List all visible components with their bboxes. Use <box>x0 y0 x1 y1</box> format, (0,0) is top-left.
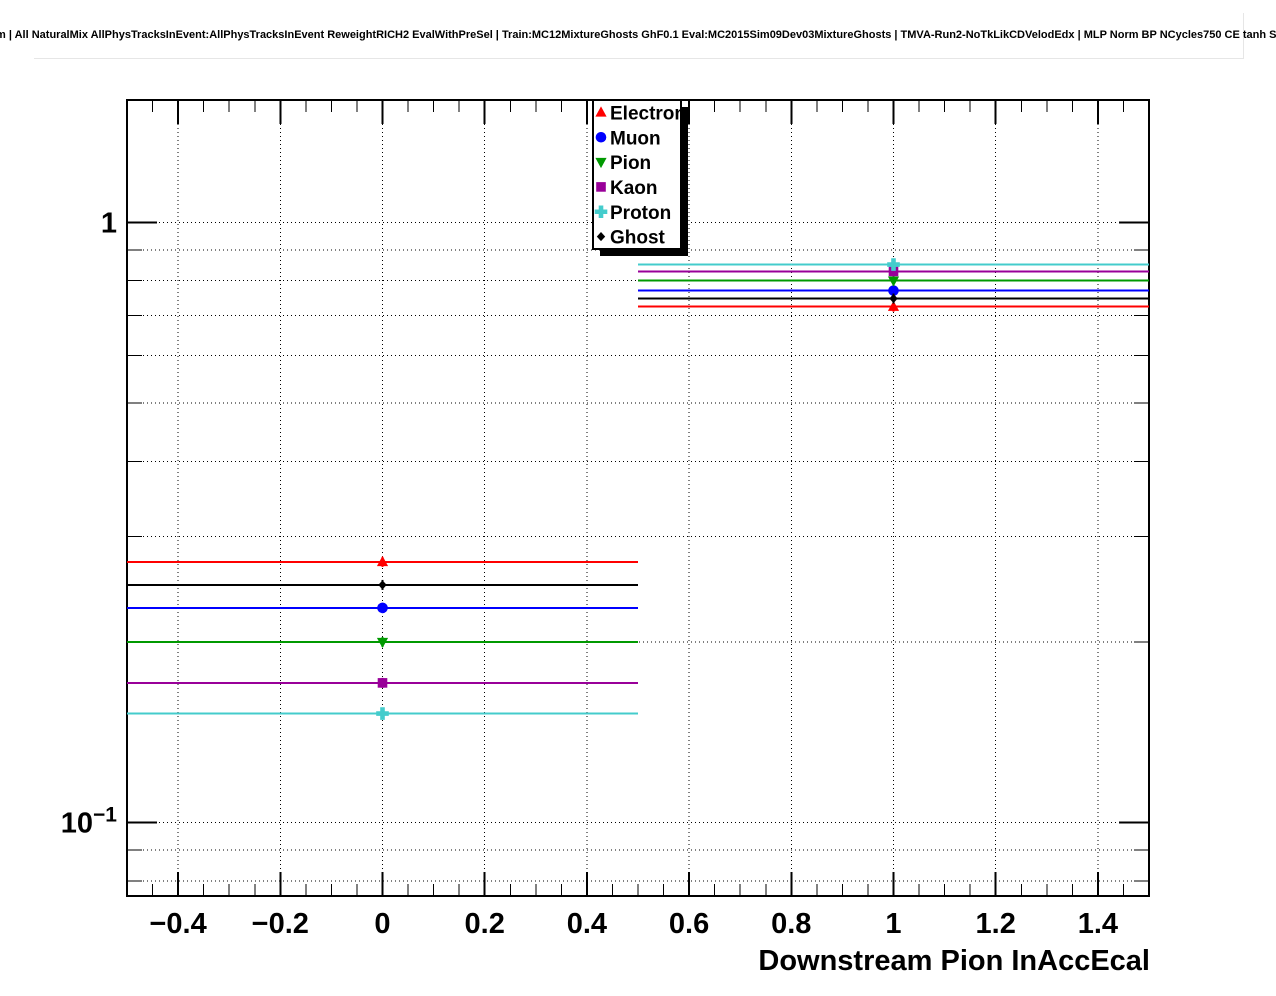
legend: Electron Muon Pion Kaon Proton Ghost <box>592 99 688 256</box>
x-tick-label: 0.2 <box>465 908 505 940</box>
data-marker-diamond-icon <box>378 580 387 590</box>
legend-marker-circle-icon <box>595 131 607 143</box>
series-ghost <box>127 293 1149 590</box>
legend-label: Ghost <box>610 228 666 249</box>
legend-label: Electron <box>610 103 686 124</box>
data-marker-circle-icon <box>377 602 388 614</box>
x-tick-label: −0.4 <box>149 908 206 940</box>
data-marker-cross-icon <box>376 707 389 720</box>
y-tick-labels: 1 10−1 <box>61 208 118 840</box>
series-proton <box>127 258 1149 720</box>
legend-label: Muon <box>610 128 661 149</box>
x-tick-label: 0.4 <box>567 908 607 940</box>
data-marker-diamond-icon <box>889 293 898 304</box>
x-tick-label: 0.6 <box>669 908 709 940</box>
x-tick-label: 1.2 <box>976 908 1016 940</box>
x-tick-label: 0.8 <box>771 908 811 940</box>
x-tick-labels: −0.4 −0.2 0 0.2 0.4 0.6 0.8 1 1.2 1.4 <box>149 908 1118 940</box>
plot-area: −0.4 −0.2 0 0.2 0.4 0.6 0.8 1 1.2 1.4 1 10−1 Electro… <box>61 99 1150 940</box>
legend-label: Proton <box>610 203 671 224</box>
y-tick-label: 10−1 <box>61 804 118 840</box>
legend-label: Pion <box>610 153 651 174</box>
x-axis-title: Downstream Pion InAccEcal <box>758 945 1150 977</box>
x-tick-label: −0.2 <box>252 908 309 940</box>
x-tick-label: 1.4 <box>1078 908 1118 940</box>
x-tick-label: 1 <box>885 908 901 940</box>
data-marker-square-icon <box>377 678 388 688</box>
y-tick-label: 1 <box>101 208 117 240</box>
x-tick-label: 0 <box>374 908 390 940</box>
legend-marker-square-icon <box>596 182 606 192</box>
root-canvas: InAccEcal Proton Downstream | All Natura… <box>0 0 1276 996</box>
legend-label: Kaon <box>610 178 658 199</box>
